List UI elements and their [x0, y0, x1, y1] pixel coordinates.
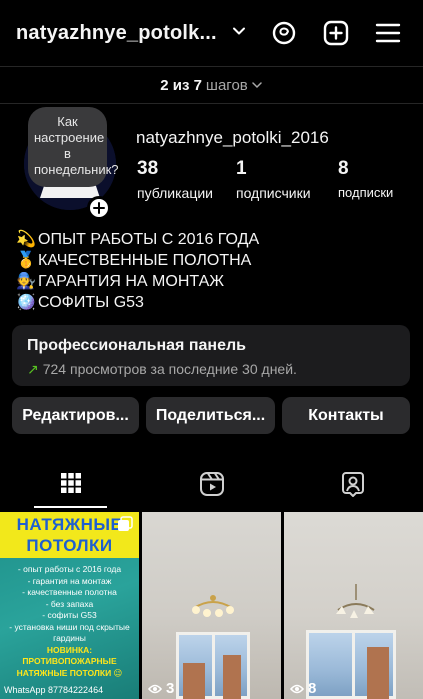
panel-subtitle: ↗ 724 просмотров за последние 30 дней.: [27, 361, 395, 378]
stat-following[interactable]: 8 подписки: [338, 158, 393, 200]
profile-header: natyazhnye_potolk...: [0, 0, 423, 66]
profile-tabs: [0, 462, 423, 508]
stat-label: подписчики: [236, 185, 311, 201]
stat-followers[interactable]: 1 подписчики: [236, 158, 311, 201]
edit-profile-button[interactable]: Редактиров...: [12, 397, 139, 434]
post-view-count: 3: [148, 680, 174, 697]
reels-icon: [199, 472, 224, 496]
bio-emoji-icon: 🧑‍🔧: [16, 273, 36, 290]
add-post-icon[interactable]: [322, 19, 350, 47]
stat-value: 1: [236, 158, 247, 179]
bio-text: КАЧЕСТВЕННЫЕ ПОЛОТНА: [38, 252, 252, 269]
trend-up-icon: ↗: [27, 361, 39, 377]
chandelier-image: [192, 595, 234, 617]
tab-grid[interactable]: [0, 462, 141, 508]
add-story-button[interactable]: [87, 196, 111, 220]
panel-views: 724 просмотров за последние 30 дней.: [42, 361, 297, 377]
posts-grid: НАТЯЖНЫЕ ПОТОЛКИ - опыт работы с 2016 го…: [0, 512, 423, 699]
profile-username: natyazhnye_potolki_2016: [136, 128, 329, 147]
post-line: - опыт работы с 2016 года: [17, 564, 122, 574]
grid-icon: [60, 473, 81, 493]
stat-posts[interactable]: 38 публикации: [137, 158, 213, 201]
onboarding-steps[interactable]: 2 из 7 шагов: [0, 66, 423, 104]
post-line: - гарантия на монтаж: [27, 575, 112, 586]
bio-line: 🥇 КАЧЕСТВЕННЫЕ ПОЛОТНА: [16, 250, 259, 271]
bio-line: 🪩 СОФИТЫ G53: [16, 292, 259, 313]
post-thumbnail[interactable]: 8: [284, 512, 423, 699]
view-count-value: 3: [166, 680, 175, 697]
professional-dashboard[interactable]: Профессиональная панель ↗ 724 просмотров …: [12, 325, 410, 386]
plus-icon: [93, 202, 105, 214]
post-line: - без запаха: [45, 598, 94, 609]
bio-line: 🧑‍🔧 ГАРАНТИЯ НА МОНТАЖ: [16, 271, 259, 292]
post-line: - установка ниши под скрытые гардины: [9, 621, 130, 644]
bio-text: ОПЫТ РАБОТЫ С 2016 ГОДА: [38, 231, 260, 248]
threads-icon[interactable]: [270, 19, 298, 47]
menu-icon[interactable]: [374, 19, 402, 47]
panel-title: Профессиональная панель: [27, 337, 246, 354]
tab-tagged[interactable]: [282, 462, 423, 508]
stat-value: 38: [137, 158, 159, 179]
stat-value: 8: [338, 158, 349, 179]
window-image: [176, 632, 250, 699]
post-view-count: 8: [290, 680, 316, 697]
bio-emoji-icon: 💫: [16, 231, 36, 248]
tab-reels[interactable]: [141, 462, 282, 508]
stat-label: подписки: [338, 185, 394, 200]
stat-label: публикации: [137, 185, 213, 201]
post-thumbnail[interactable]: 3: [142, 512, 281, 699]
tagged-icon: [341, 472, 364, 497]
post-thumbnail[interactable]: НАТЯЖНЫЕ ПОТОЛКИ - опыт работы с 2016 го…: [0, 512, 139, 699]
chandelier-image: [336, 584, 375, 618]
steps-label: шагов: [205, 76, 248, 94]
bio-line: 💫 ОПЫТ РАБОТЫ С 2016 ГОДА: [16, 229, 259, 250]
eye-icon: [290, 684, 304, 693]
post-line: - качественные полотна: [22, 587, 117, 597]
bio-text: ГАРАНТИЯ НА МОНТАЖ: [38, 273, 225, 290]
post-text: - опыт работы с 2016 года - гарантия на …: [2, 564, 137, 679]
note-bubble[interactable]: Как настроение в понедельник?: [28, 107, 119, 187]
profile-bio: 💫 ОПЫТ РАБОТЫ С 2016 ГОДА 🥇 КАЧЕСТВЕННЫЕ П…: [16, 229, 259, 313]
post-phone: WhatsApp 87784222464: [4, 685, 104, 695]
chevron-down-icon[interactable]: [232, 24, 246, 38]
eye-icon: [148, 684, 162, 693]
account-switcher[interactable]: natyazhnye_potolk...: [16, 22, 217, 45]
share-profile-button[interactable]: Поделиться...: [146, 397, 275, 434]
bio-emoji-icon: 🥇: [16, 252, 36, 269]
carousel-icon: [118, 516, 133, 531]
post-highlight: НОВИНКА: ПРОТИВОПОЖАРНЫЕ НАТЯЖНЫЕ ПОТОЛК…: [16, 644, 123, 678]
bio-text: СОФИТЫ G53: [38, 294, 144, 311]
post-line: - софиты G53: [42, 610, 97, 620]
steps-progress: 2 из 7: [160, 76, 202, 94]
bio-emoji-icon: 🪩: [16, 294, 36, 311]
chevron-down-icon: [252, 82, 262, 89]
view-count-value: 8: [308, 680, 317, 697]
window-image: [306, 630, 396, 699]
contacts-button[interactable]: Контакты: [282, 397, 410, 434]
